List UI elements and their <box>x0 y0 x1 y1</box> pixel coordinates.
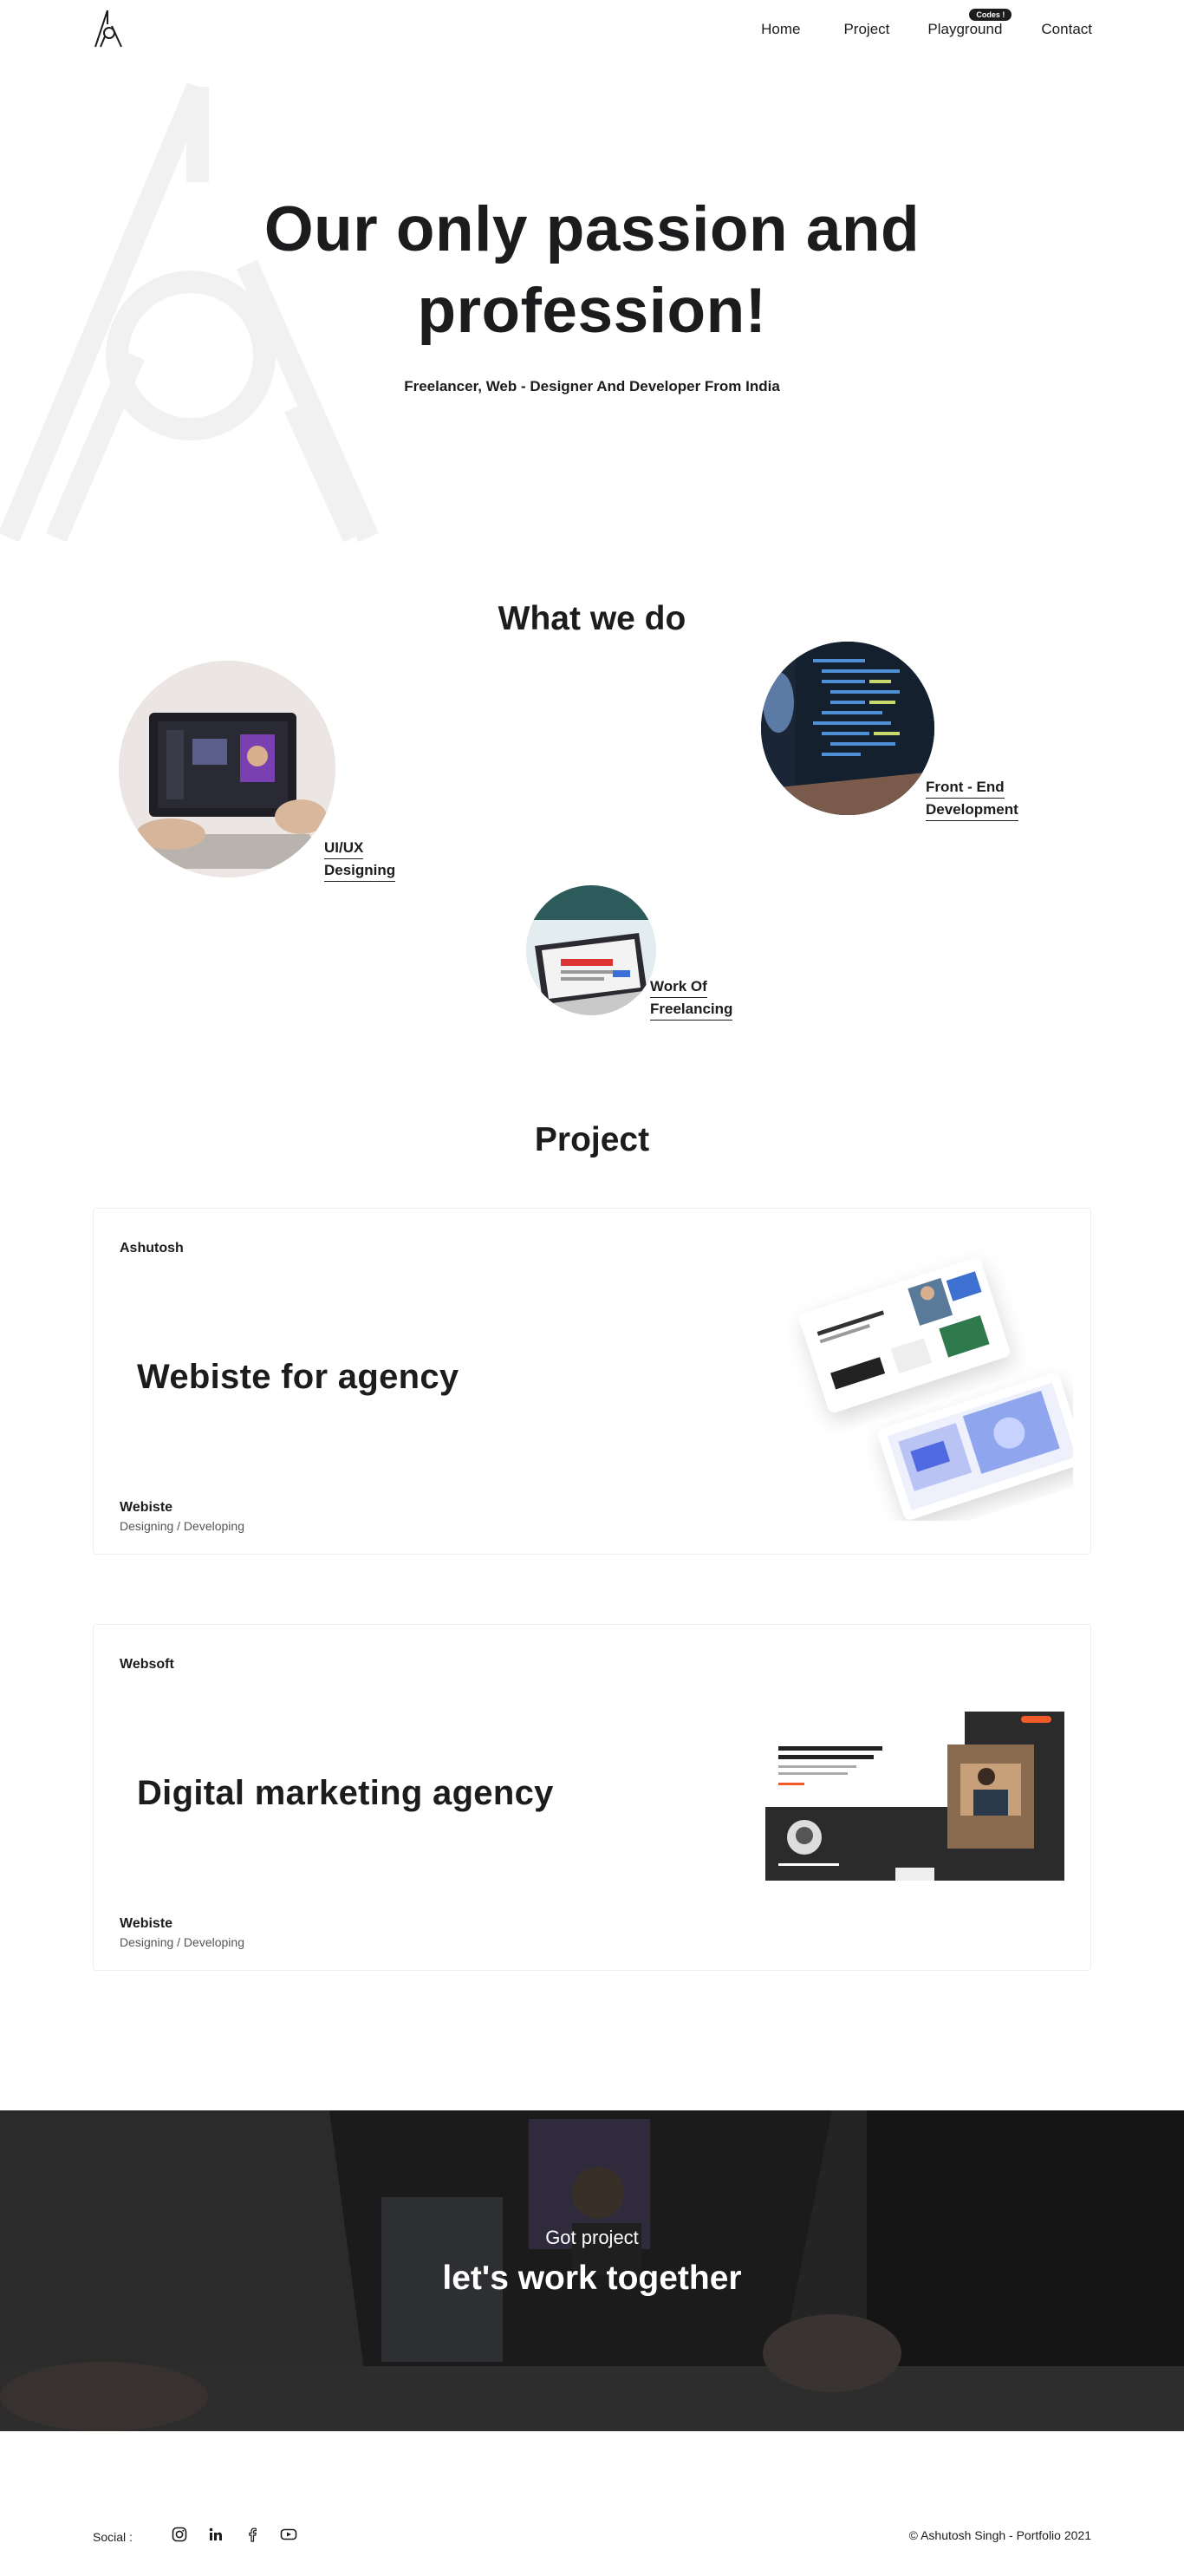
instagram-icon[interactable] <box>170 2525 189 2544</box>
project-title: Digital marketing agency <box>137 1774 554 1812</box>
agency-mockup-image <box>799 1257 1073 1520</box>
project-type: Webiste <box>120 1916 173 1931</box>
service-frontend-line2: Development <box>926 799 1018 821</box>
marketing-site-screenshot <box>765 1712 1064 1881</box>
codes-badge: Codes ! <box>969 9 1012 21</box>
project-subtitle: Designing / Developing <box>120 1935 244 1949</box>
service-freelancing-line1: Work Of <box>650 975 707 998</box>
nav-links: Home Project Playground Codes ! Contact <box>761 9 1092 38</box>
service-image-uiux <box>119 661 335 877</box>
nav-project-link[interactable]: Project <box>843 21 889 38</box>
service-uiux-line1: UI/UX <box>324 837 364 859</box>
cta-title[interactable]: let's work together <box>0 2260 1184 2298</box>
project-title: Webiste for agency <box>137 1358 459 1396</box>
top-nav: Home Project Playground Codes ! Contact <box>0 0 1184 61</box>
service-freelancing-line2: Freelancing <box>650 998 733 1021</box>
service-image-frontend <box>761 642 934 815</box>
logo-icon[interactable] <box>90 7 125 49</box>
cta-pretitle: Got project <box>545 2227 639 2248</box>
hero-title: Our only passion and profession! <box>0 189 1184 352</box>
service-label-uiux[interactable]: UI/UX Designing <box>324 837 396 882</box>
nav-contact-link[interactable]: Contact <box>1041 21 1092 38</box>
service-label-freelancing[interactable]: Work Of Freelancing <box>650 975 733 1021</box>
facebook-icon[interactable] <box>243 2525 262 2544</box>
cta-section[interactable]: Got project let's work together <box>0 2110 1184 2431</box>
hero-subtitle: Freelancer, Web - Designer And Developer… <box>404 378 780 395</box>
project-client: Websoft <box>120 1657 174 1672</box>
youtube-icon[interactable] <box>279 2525 298 2544</box>
project-card[interactable]: Ashutosh Webiste for agency Webiste Desi… <box>93 1208 1091 1555</box>
nav-playground-link[interactable]: Playground Codes ! <box>927 9 1012 38</box>
hero-title-line2: profession! <box>417 276 767 346</box>
copyright-text: © Ashutosh Singh - Portfolio 2021 <box>908 2528 1091 2542</box>
social-label: Social : <box>93 2530 133 2544</box>
nav-home-link[interactable]: Home <box>761 21 800 38</box>
project-type: Webiste <box>120 1500 173 1515</box>
linkedin-icon[interactable] <box>206 2525 225 2544</box>
project-subtitle: Designing / Developing <box>120 1519 244 1533</box>
service-image-freelancing <box>526 885 656 1015</box>
project-card[interactable]: Websoft Digital marketing agency Webiste… <box>93 1624 1091 1971</box>
nav-playground-label: Playground <box>927 21 1003 37</box>
social-icons <box>170 2525 298 2544</box>
projects-heading: Project <box>534 1121 650 1158</box>
hero-title-line1: Our only passion and <box>263 194 921 264</box>
project-client: Ashutosh <box>120 1241 184 1255</box>
service-uiux-line2: Designing <box>324 859 396 882</box>
service-label-frontend[interactable]: Front - End Development <box>926 776 1018 821</box>
service-frontend-line1: Front - End <box>926 776 1005 799</box>
services-heading: What we do <box>498 600 686 637</box>
